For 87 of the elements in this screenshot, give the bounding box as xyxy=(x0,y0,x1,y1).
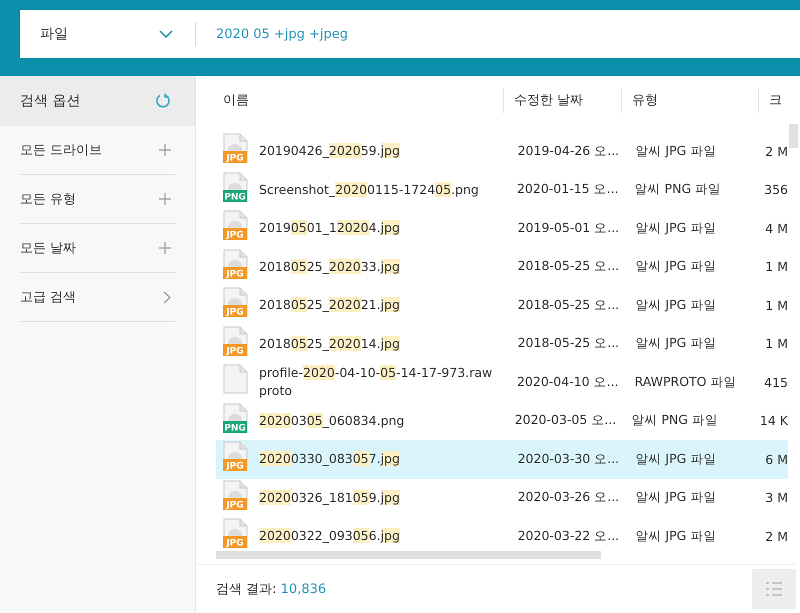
date-cell-text: 2020-04-10 오... xyxy=(516,374,620,391)
sidebar-item[interactable]: 고급 검색 xyxy=(20,273,175,322)
column-header[interactable]: 유형 xyxy=(621,89,758,113)
result-count: 검색 결과: 10,836 xyxy=(216,581,326,598)
chevron-right-icon xyxy=(163,290,171,304)
file-icon: JPG xyxy=(223,518,249,548)
size-cell-text: 4 M xyxy=(764,220,788,236)
file-row[interactable]: JPG 20180525_202014.jpg 2018-05-25 오... 알씨 JPG 파일 1 M xyxy=(216,324,788,363)
horizontal-scrollbar[interactable] xyxy=(216,551,601,559)
file-name: 20180525_202033.jpg xyxy=(259,258,401,276)
type-cell-text: 알씨 JPG 파일 xyxy=(634,142,718,160)
type-cell-text: 알씨 PNG 파일 xyxy=(634,181,722,198)
file-icon: JPG xyxy=(223,287,249,318)
type-cell-text: 알씨 JPG 파일 xyxy=(634,335,718,352)
file-name: 20200326_181059.jpg xyxy=(259,488,401,507)
type-cell-text: RAWPROTO 파일 xyxy=(634,374,738,391)
column-header[interactable]: 크 xyxy=(758,89,800,113)
date-cell-text: 2018-05-25 오... xyxy=(516,258,620,276)
file-icon: JPG xyxy=(223,441,249,472)
file-icon: JPG xyxy=(223,480,249,510)
plus-icon xyxy=(159,144,171,156)
type-cell-text: 알씨 JPG 파일 xyxy=(634,528,718,545)
file-name: 20200330_083057.jpg xyxy=(259,450,401,468)
size-cell-text: 356 xyxy=(763,182,788,198)
file-row[interactable]: profile-2020-04-10-05-14-17-973.rawproto 2020-04-10 오... RAWPROTO 파일 415 xyxy=(216,363,788,402)
column-header[interactable]: 이름 xyxy=(223,89,503,113)
file-name: 20190426_202059.jpg xyxy=(259,142,401,160)
file-name: 20200322_093056.jpg xyxy=(259,527,401,546)
type-cell-text: 알씨 JPG 파일 xyxy=(634,258,718,276)
file-icon xyxy=(223,364,249,394)
file-name: profile-2020-04-10-05-14-17-973.rawproto xyxy=(259,364,494,400)
size-cell-text: 415 xyxy=(763,374,788,390)
size-cell-text: 6 M xyxy=(764,452,788,467)
sidebar-item[interactable]: 모든 드라이브 xyxy=(20,126,175,175)
size-cell-text: 2 M xyxy=(764,144,788,159)
file-row[interactable]: PNG 20200305_060834.png 2020-03-05 오... 알씨 PNG 파일 14 K xyxy=(216,402,788,440)
sidebar-title: 검색 옵션 xyxy=(20,92,80,110)
file-name: 20190501_120204.jpg xyxy=(259,219,401,238)
file-row[interactable]: PNG Screenshot_20200115-172405.png 2020-01-15 오... 알씨 PNG 파일 356 xyxy=(216,170,788,209)
file-row[interactable]: JPG 20190501_120204.jpg 2019-05-01 오... 알씨 JPG 파일 4 M xyxy=(216,209,788,248)
file-name: 20200305_060834.png xyxy=(259,412,406,430)
file-icon: JPG xyxy=(223,326,249,356)
date-cell-text: 2020-03-05 오... xyxy=(514,412,618,430)
size-cell-text: 2 M xyxy=(764,528,788,544)
plus-icon xyxy=(159,193,171,205)
scope-dropdown[interactable]: 파일 xyxy=(20,10,195,58)
type-cell-text: 알씨 JPG 파일 xyxy=(634,220,718,237)
file-icon: PNG xyxy=(223,402,249,433)
date-cell-text: 2018-05-25 오... xyxy=(516,335,620,352)
date-cell-text: 2018-05-25 오... xyxy=(516,296,620,314)
list-view-button[interactable] xyxy=(752,569,796,609)
refresh-icon[interactable] xyxy=(155,93,171,109)
list-icon xyxy=(766,582,782,596)
file-name: Screenshot_20200115-172405.png xyxy=(259,180,480,199)
file-icon: JPG xyxy=(223,133,249,164)
file-row[interactable]: JPG 20190426_202059.jpg 2019-04-26 오... 알씨 JPG 파일 2 M xyxy=(216,132,788,170)
size-cell-text: 3 M xyxy=(764,490,788,506)
file-row[interactable]: JPG 20180525_202021.jpg 2018-05-25 오... 알씨 JPG 파일 1 M xyxy=(216,286,788,324)
size-cell-text: 1 M xyxy=(764,336,788,352)
date-cell-text: 2020-03-22 오... xyxy=(516,528,620,545)
date-cell-text: 2019-04-26 오... xyxy=(516,142,620,160)
plus-icon xyxy=(159,242,171,254)
type-cell-text: 알씨 JPG 파일 xyxy=(634,296,718,314)
chevron-down-icon xyxy=(159,30,173,38)
type-cell-text: 알씨 PNG 파일 xyxy=(630,412,719,430)
date-cell-text: 2019-05-01 오... xyxy=(516,220,620,237)
type-cell-text: 알씨 JPG 파일 xyxy=(634,450,718,468)
date-cell-text: 2020-03-26 오... xyxy=(516,489,620,506)
file-row[interactable]: JPG 20200326_181059.jpg 2020-03-26 오... 알씨 JPG 파일 3 M xyxy=(216,478,788,517)
file-icon: PNG xyxy=(223,172,249,202)
column-header[interactable]: 수정한 날짜 xyxy=(503,89,621,113)
file-name: 20180525_202021.jpg xyxy=(259,296,401,314)
file-name: 20180525_202014.jpg xyxy=(259,334,401,353)
size-cell-text: 1 M xyxy=(764,259,788,274)
file-icon: JPG xyxy=(223,248,249,279)
type-cell-text: 알씨 JPG 파일 xyxy=(634,489,718,506)
sidebar-item[interactable]: 모든 유형 xyxy=(20,175,175,224)
file-row[interactable]: JPG 20200330_083057.jpg 2020-03-30 오... 알씨 JPG 파일 6 M xyxy=(216,440,788,478)
date-cell-text: 2020-03-30 오... xyxy=(516,450,620,468)
file-row[interactable]: JPG 20200322_093056.jpg 2020-03-22 오... 알씨 JPG 파일 2 M xyxy=(216,517,788,551)
vertical-scrollbar[interactable] xyxy=(789,124,798,148)
file-icon: JPG xyxy=(223,210,249,240)
sidebar-item[interactable]: 모든 날짜 xyxy=(20,224,175,273)
size-cell-text: 14 K xyxy=(758,413,788,428)
size-cell-text: 1 M xyxy=(764,298,788,313)
date-cell-text: 2020-01-15 오... xyxy=(516,181,620,198)
file-row[interactable]: JPG 20180525_202033.jpg 2018-05-25 오... 알씨 JPG 파일 1 M xyxy=(216,248,788,286)
